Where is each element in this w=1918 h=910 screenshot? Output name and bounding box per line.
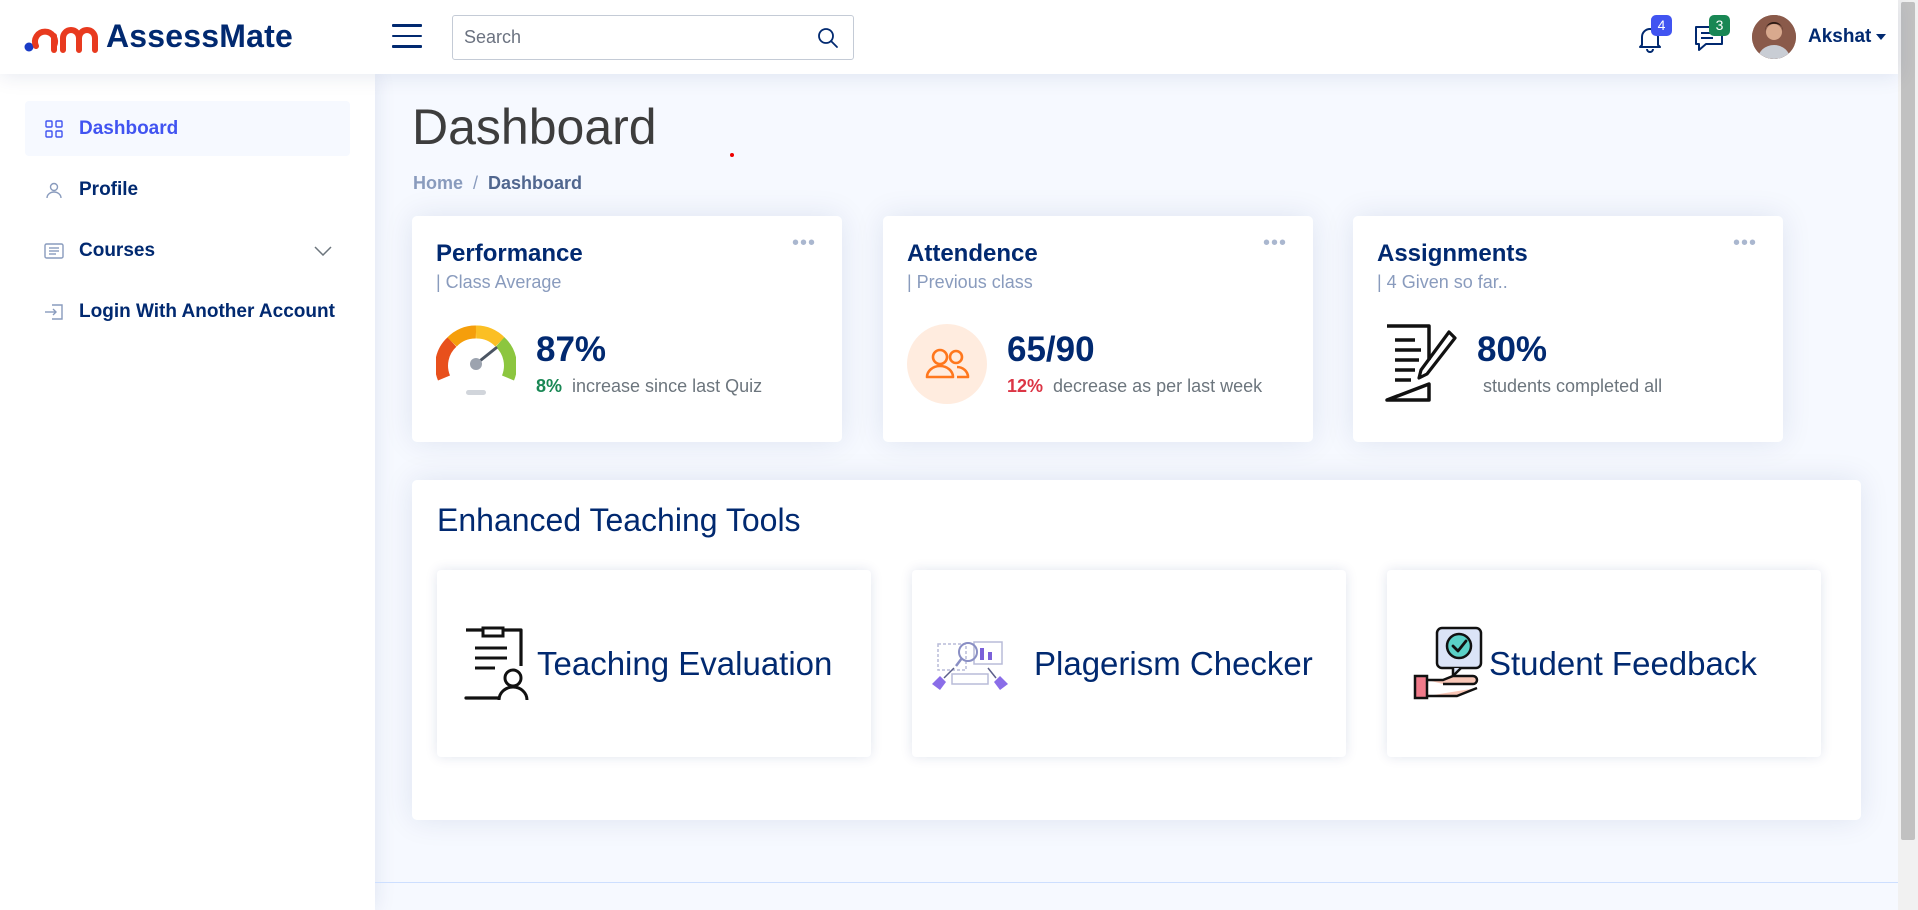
messages-button[interactable]: 3 [1688,15,1730,54]
card-title: Attendence [907,240,1038,267]
more-options-icon[interactable]: ••• [1733,233,1757,253]
card-title: Assignments [1377,240,1528,267]
performance-value: 87% [536,330,607,369]
tool-label: Plagerism Checker [1034,644,1313,682]
sidebar-toggle-button[interactable] [392,24,422,50]
messages-badge: 3 [1709,15,1730,36]
teaching-evaluation-tool[interactable]: Teaching Evaluation [437,570,871,757]
breadcrumb-home-link[interactable]: Home [413,173,463,194]
evaluation-clipboard-icon [464,626,529,700]
tool-label: Student Feedback [1489,644,1757,682]
document-pen-icon [1385,324,1457,402]
sidebar-item-label: Profile [79,178,139,200]
card-subtitle: | 4 Given so far.. [1377,272,1508,292]
sidebar-item-dashboard[interactable]: Dashboard [25,101,350,156]
breadcrumb-current: Dashboard [488,173,583,193]
teaching-tools-section: Enhanced Teaching Tools Teaching Evaluat… [412,480,1861,820]
attendance-stat: 12% decrease as per last week [1007,376,1262,397]
sidebar: Dashboard Profile Courses Login With Ano… [0,74,375,910]
avatar-image [1752,15,1796,59]
plagiarism-icon [932,640,1008,690]
notifications-badge: 4 [1651,15,1672,36]
brand-name: AssessMate [106,17,293,54]
breadcrumb-separator: / [473,173,479,193]
sidebar-item-profile[interactable]: Profile [25,162,350,217]
feedback-hand-icon [1413,626,1483,699]
performance-change: 8% [536,376,563,396]
attendance-card: ••• Attendence | Previous class 65/90 12… [883,216,1313,442]
card-subtitle: | Class Average [436,272,562,292]
top-header: AssessMate 4 3 [0,0,1898,74]
hamburger-line [392,45,422,48]
sidebar-item-label: Dashboard [79,117,179,139]
attendance-change: 12% [1007,376,1044,396]
speedometer-icon [436,325,516,395]
notifications-button[interactable]: 4 [1630,15,1672,54]
student-feedback-tool[interactable]: Student Feedback [1387,570,1821,757]
footer-divider [375,882,1898,883]
more-options-icon[interactable]: ••• [1263,233,1287,253]
card-title: Performance [436,240,583,267]
chevron-down-icon [1876,34,1887,40]
sidebar-item-courses[interactable]: Courses [25,223,350,278]
brand-logo-mark-icon [24,27,98,53]
people-icon [907,324,987,404]
section-title: Enhanced Teaching Tools [437,502,801,538]
search-icon [818,27,838,48]
login-icon [43,301,65,323]
page-scrollbar[interactable] [1898,0,1918,910]
search-bar [452,15,854,60]
page-title: Dashboard [412,99,657,155]
plagiarism-checker-tool[interactable]: Plagerism Checker [912,570,1346,757]
chevron-down-icon [314,240,332,262]
sidebar-item-label: Courses [79,239,156,261]
avatar [1752,15,1796,59]
courses-icon [43,240,65,262]
assignments-value: 80% [1477,330,1548,369]
person-icon [43,179,65,201]
grid-icon [43,118,65,140]
assignments-stat: students completed all [1483,376,1662,397]
assignments-card: ••• Assignments | 4 Given so far.. 80% s… [1353,216,1783,442]
user-name: Akshat [1808,26,1872,47]
stray-dot [730,153,734,157]
scrollbar-thumb[interactable] [1901,2,1915,840]
hamburger-line [392,24,422,27]
user-profile-dropdown[interactable]: Akshat [1752,15,1887,59]
performance-card: ••• Performance | Class Average 87% 8% in… [412,216,842,442]
sidebar-item-label: Login With Another Account [79,300,335,322]
sidebar-item-login-another-account[interactable]: Login With Another Account [25,284,350,339]
performance-change-text: increase since last Quiz [572,376,763,396]
card-subtitle: | Previous class [907,272,1033,292]
performance-stat: 8% increase since last Quiz [536,376,762,397]
attendance-change-text: decrease as per last week [1053,376,1263,396]
assignments-change-text: students completed all [1483,376,1663,396]
hamburger-line [392,34,422,37]
attendance-value: 65/90 [1007,330,1095,369]
search-button[interactable] [803,16,853,59]
breadcrumb: Home / Dashboard [413,173,582,194]
tool-label: Teaching Evaluation [537,644,833,682]
more-options-icon[interactable]: ••• [792,233,816,253]
search-input[interactable] [453,16,803,59]
brand-logo[interactable]: AssessMate [24,16,293,56]
